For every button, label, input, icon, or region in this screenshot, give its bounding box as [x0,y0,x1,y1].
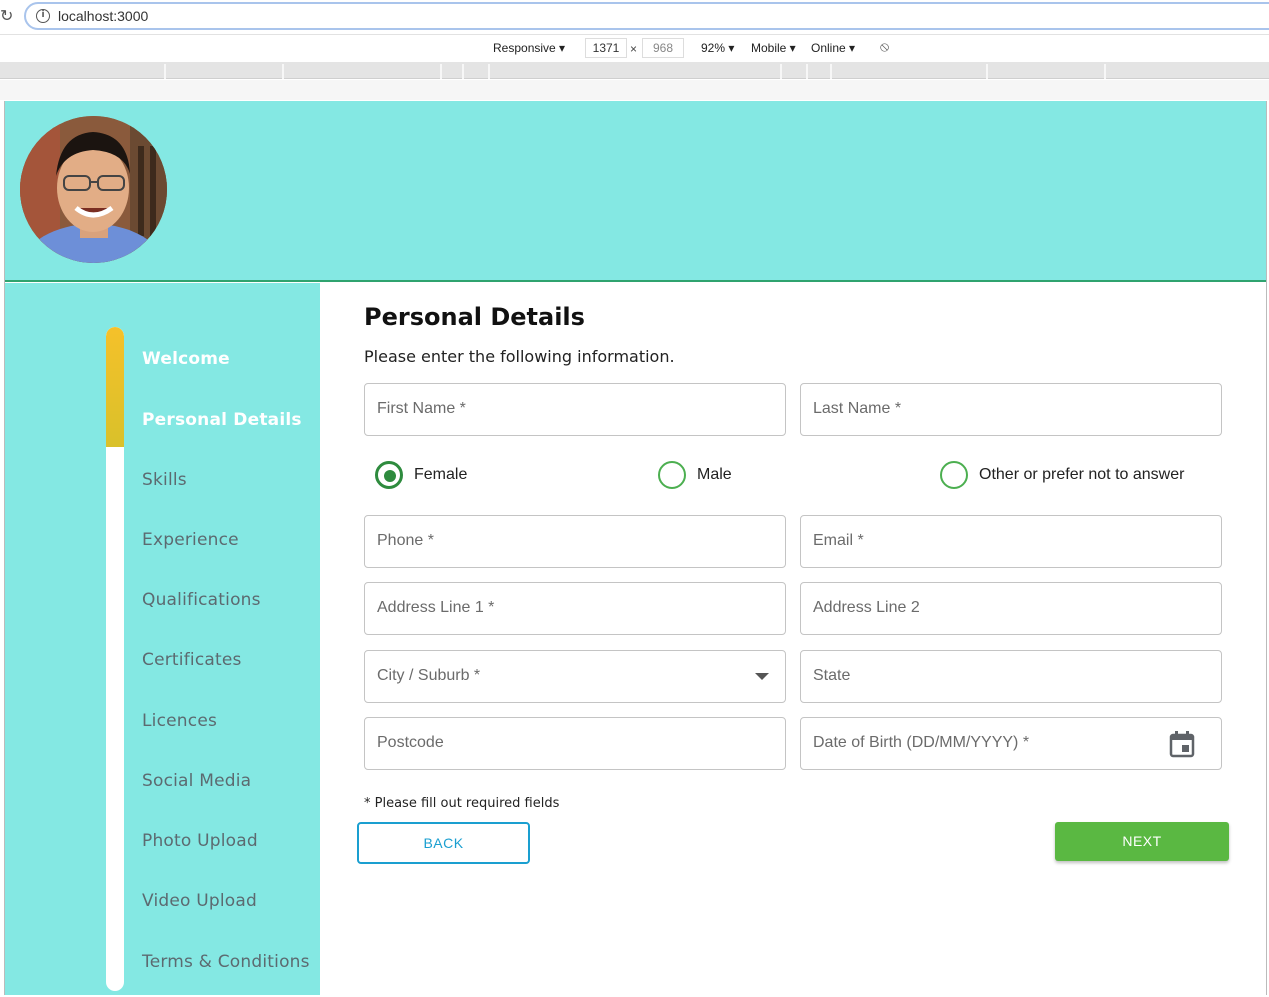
address-line-2-label: Address Line 2 [813,599,920,616]
state-field[interactable]: State [800,650,1222,703]
sidebar-item-licences[interactable]: Licences [142,711,217,731]
radio-female-circle[interactable] [375,461,403,489]
phone-field[interactable]: Phone * [364,515,786,568]
next-button[interactable]: NEXT [1055,822,1229,861]
last-name-label: Last Name * [813,400,902,417]
page-viewport: Welcome Personal Details Skills Experien… [4,101,1267,995]
mode-select[interactable]: Mobile ▾ [751,41,796,55]
chevron-down-icon[interactable] [755,673,769,680]
sidebar-item-video-upload[interactable]: Video Upload [142,891,257,911]
rotate-icon[interactable]: ⦸ [880,39,889,55]
url-text: localhost:3000 [58,8,149,24]
zoom-select[interactable]: 92% ▾ [701,41,734,55]
sidebar-item-welcome[interactable]: Welcome [142,349,230,369]
progress-fill [106,327,124,447]
radio-male-label: Male [697,466,732,483]
city-suburb-label: City / Suburb * [377,667,481,684]
progress-track [106,327,124,991]
radio-other-circle[interactable] [940,461,968,489]
address-line-1-label: Address Line 1 * [377,599,495,616]
back-button[interactable]: BACK [357,822,530,864]
sidebar-item-certificates[interactable]: Certificates [142,650,242,670]
network-select[interactable]: Online ▾ [811,41,855,55]
radio-male-circle[interactable] [658,461,686,489]
state-label: State [813,667,851,684]
dimension-x-icon: × [630,42,638,56]
step-sidebar: Welcome Personal Details Skills Experien… [5,283,320,995]
browser-address-row: ↻ i localhost:3000 [0,0,1269,34]
avatar [20,116,167,263]
info-icon[interactable]: i [36,9,50,23]
calendar-icon[interactable] [1169,730,1195,758]
postcode-field[interactable]: Postcode [364,717,786,770]
postcode-label: Postcode [377,734,444,751]
required-fields-note: * Please fill out required fields [364,796,560,811]
email-field[interactable]: Email * [800,515,1222,568]
email-label: Email * [813,532,864,549]
width-input[interactable]: 1371 [585,38,627,58]
address-line-1-field[interactable]: Address Line 1 * [364,582,786,635]
sidebar-item-experience[interactable]: Experience [142,530,239,550]
height-input[interactable]: 968 [642,38,684,58]
device-toolbar: Responsive ▾ 1371 × 968 92% ▾ Mobile ▾ O… [0,34,1269,62]
sidebar-item-personal-details[interactable]: Personal Details [142,410,302,430]
last-name-field[interactable]: Last Name * [800,383,1222,436]
form-subtitle: Please enter the following information. [364,347,675,366]
first-name-label: First Name * [377,400,466,417]
radio-selected-dot [384,470,396,482]
date-of-birth-field[interactable]: Date of Birth (DD/MM/YYYY) * [800,717,1222,770]
sidebar-item-terms-conditions[interactable]: Terms & Conditions [142,952,310,972]
sidebar-item-photo-upload[interactable]: Photo Upload [142,831,258,851]
city-suburb-select[interactable]: City / Suburb * [364,650,786,703]
sidebar-item-skills[interactable]: Skills [142,470,187,490]
media-query-ruler [0,62,1269,79]
device-select[interactable]: Responsive ▾ [493,41,565,55]
radio-female-label: Female [414,466,468,483]
viewport-gap [0,80,1269,100]
first-name-field[interactable]: First Name * [364,383,786,436]
header-banner [5,101,1266,282]
address-bar[interactable]: i localhost:3000 [24,2,1269,30]
sidebar-item-qualifications[interactable]: Qualifications [142,590,261,610]
page-title: Personal Details [364,303,585,331]
date-of-birth-label: Date of Birth (DD/MM/YYYY) * [813,734,1030,751]
reload-icon[interactable]: ↻ [0,6,13,25]
address-line-2-field[interactable]: Address Line 2 [800,582,1222,635]
sidebar-item-social-media[interactable]: Social Media [142,771,251,791]
radio-other-label: Other or prefer not to answer [979,466,1185,483]
phone-label: Phone * [377,532,434,549]
personal-details-form: Personal Details Please enter the follow… [320,283,1266,995]
